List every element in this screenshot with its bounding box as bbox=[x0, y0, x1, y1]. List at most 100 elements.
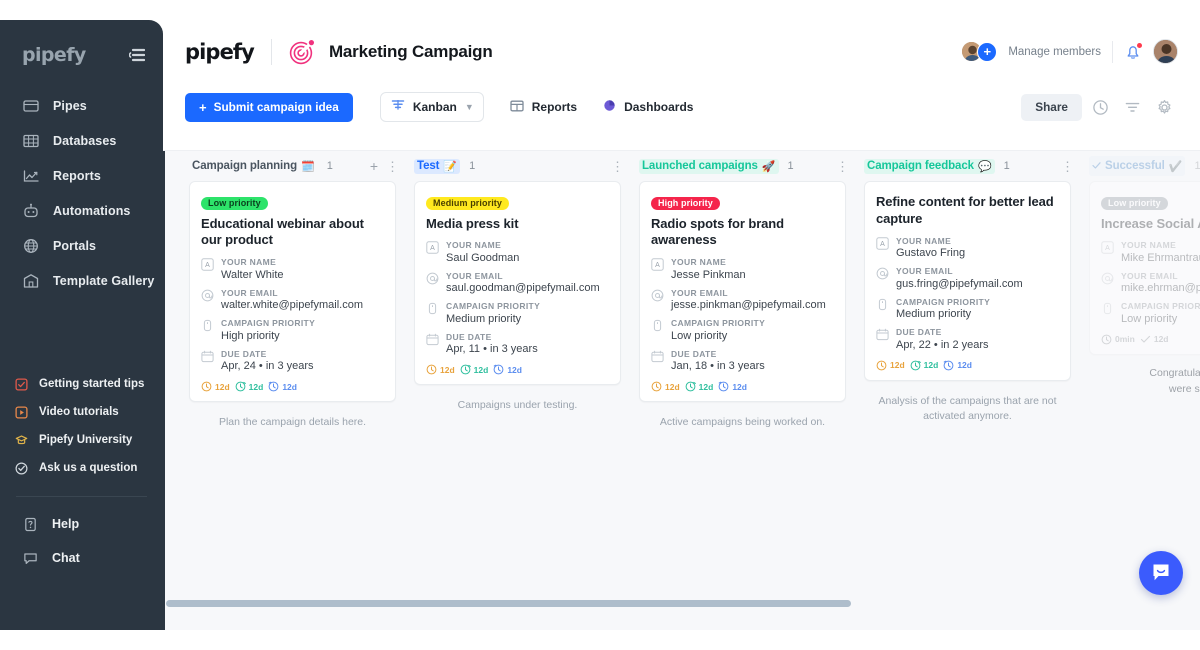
sidebar-item-label: Chat bbox=[52, 551, 80, 565]
column-title-badge[interactable]: Launched campaigns 🚀 bbox=[639, 158, 779, 174]
svg-text:A: A bbox=[655, 262, 660, 269]
select-field-icon bbox=[1101, 302, 1114, 315]
kanban-board: Campaign planning 🗓️ 1 + ⋮ Low priority … bbox=[163, 150, 1200, 630]
field-value: Walter White bbox=[221, 268, 284, 281]
timer-current: 12d bbox=[943, 360, 972, 371]
timer-value: 12d bbox=[440, 364, 455, 375]
field-value: Apr, 11 • in 3 years bbox=[446, 343, 538, 356]
field-label: CAMPAIGN PRIORITY bbox=[446, 301, 541, 312]
sidebar-item-label: Ask us a question bbox=[39, 462, 138, 474]
tab-dashboards[interactable]: Dashboards bbox=[603, 99, 693, 115]
sidebar-item-reports[interactable]: Reports bbox=[0, 158, 163, 193]
sidebar-item-label: Pipes bbox=[53, 98, 87, 113]
column-menu-icon[interactable]: ⋮ bbox=[1061, 160, 1074, 173]
svg-text:A: A bbox=[430, 245, 435, 252]
question-check-icon bbox=[14, 461, 28, 475]
sidebar-item-pipefy-university[interactable]: Pipefy University bbox=[0, 426, 163, 454]
calendar-field-icon bbox=[426, 333, 439, 346]
manage-members-link[interactable]: Manage members bbox=[1008, 46, 1101, 58]
column-header: Successful ✔️ 1 bbox=[1080, 151, 1200, 181]
field-label: DUE DATE bbox=[446, 331, 492, 342]
kanban-card[interactable]: Low priority Increase Social Ads A YOUR … bbox=[1089, 181, 1200, 355]
messenger-bubble-icon[interactable] bbox=[1139, 551, 1183, 595]
tab-reports[interactable]: Reports bbox=[510, 99, 577, 116]
sidebar-item-label: Pipefy University bbox=[39, 434, 133, 446]
timer-value: 12d bbox=[698, 381, 714, 392]
timer-expected: 12d bbox=[685, 381, 714, 392]
chat-bubble-icon bbox=[22, 550, 38, 566]
add-card-icon[interactable]: + bbox=[370, 158, 378, 174]
sidebar-primary-nav: Pipes Databases Reports Automations Port… bbox=[0, 88, 163, 298]
sidebar-divider bbox=[16, 496, 147, 497]
svg-text:A: A bbox=[205, 262, 210, 269]
field-value: saul.goodman@pipefymail.com bbox=[446, 282, 600, 295]
field-value: Low priority bbox=[1121, 312, 1178, 325]
timer-current: 12d bbox=[718, 381, 747, 392]
column-title: Test bbox=[417, 160, 440, 172]
sidebar-item-help[interactable]: Help bbox=[0, 507, 163, 541]
timer-value: 12d bbox=[890, 360, 905, 371]
card-timers: 12d 12d 12d bbox=[651, 381, 834, 392]
card-timers: 12d 12d 12d bbox=[876, 360, 1059, 371]
gear-icon[interactable] bbox=[1150, 93, 1178, 121]
sidebar-item-chat[interactable]: Chat bbox=[0, 541, 163, 575]
sidebar-item-databases[interactable]: Databases bbox=[0, 123, 163, 158]
kanban-card[interactable]: High priority Radio spots for brand awar… bbox=[639, 181, 846, 403]
column-menu-icon[interactable]: ⋮ bbox=[386, 160, 399, 173]
card-field-campaign-priority: CAMPAIGN PRIORITY Low priority bbox=[1101, 301, 1200, 325]
sidebar-item-automations[interactable]: Automations bbox=[0, 193, 163, 228]
board-horizontal-scrollbar[interactable] bbox=[163, 598, 1200, 608]
filter-icon[interactable] bbox=[1118, 93, 1146, 121]
submit-campaign-idea-button[interactable]: + Submit campaign idea bbox=[185, 92, 353, 122]
select-field-icon bbox=[651, 319, 664, 332]
page-bottom-margin bbox=[0, 630, 1200, 650]
card-title: Refine content for better lead capture bbox=[876, 194, 1054, 226]
calendar-field-icon bbox=[876, 328, 889, 341]
share-button[interactable]: Share bbox=[1021, 93, 1082, 121]
sidebar-item-ask-us-a-question[interactable]: Ask us a question bbox=[0, 454, 163, 482]
sidebar-item-label: Template Gallery bbox=[53, 273, 155, 288]
field-value: Low priority bbox=[671, 329, 728, 342]
field-value: Medium priority bbox=[446, 312, 522, 325]
portals-globe-icon bbox=[22, 237, 39, 254]
scrollbar-thumb[interactable] bbox=[166, 600, 851, 607]
sidebar-item-pipes[interactable]: Pipes bbox=[0, 88, 163, 123]
field-label: YOUR EMAIL bbox=[896, 266, 953, 277]
field-label: YOUR EMAIL bbox=[671, 287, 728, 298]
timer-overdue: 12d bbox=[651, 381, 680, 392]
checklist-icon bbox=[14, 377, 28, 391]
history-clock-icon[interactable] bbox=[1086, 93, 1114, 121]
column-menu-icon[interactable]: ⋮ bbox=[836, 160, 849, 173]
automations-robot-icon bbox=[22, 202, 39, 219]
column-title-badge[interactable]: Campaign planning 🗓️ bbox=[189, 159, 318, 174]
column-emoji-icon: 📝 bbox=[443, 160, 458, 173]
kanban-card[interactable]: Medium priority Media press kit A YOUR N… bbox=[414, 181, 621, 386]
sidebar-item-template-gallery[interactable]: Template Gallery bbox=[0, 263, 163, 298]
tab-dashboards-label: Dashboards bbox=[624, 100, 694, 114]
column-title-badge[interactable]: Test 📝 bbox=[414, 158, 461, 174]
column-congrats-text: Congratulations! Y were succ bbox=[1149, 366, 1200, 396]
sidebar-item-portals[interactable]: Portals bbox=[0, 228, 163, 263]
user-avatar[interactable] bbox=[1153, 39, 1178, 64]
text-field-icon: A bbox=[1101, 241, 1114, 255]
sidebar-item-video-tutorials[interactable]: Video tutorials bbox=[0, 398, 163, 426]
view-selector-kanban[interactable]: Kanban ▼ bbox=[379, 92, 484, 122]
column-title-badge[interactable]: Campaign feedback 💬 bbox=[864, 158, 995, 174]
column-menu-icon[interactable]: ⋮ bbox=[611, 160, 624, 173]
topbar-separator bbox=[1112, 40, 1113, 63]
column-title-badge[interactable]: Successful ✔️ bbox=[1089, 156, 1186, 176]
email-field-icon bbox=[651, 289, 664, 302]
kanban-card[interactable]: Refine content for better lead capture A… bbox=[864, 181, 1071, 381]
bell-icon[interactable] bbox=[1124, 42, 1142, 61]
plus-circle-icon[interactable]: + bbox=[977, 41, 998, 62]
collapse-sidebar-icon[interactable] bbox=[129, 48, 145, 62]
card-field-due-date: DUE DATE Apr, 22 • in 2 years bbox=[876, 327, 1059, 351]
member-avatars[interactable]: + bbox=[961, 41, 998, 62]
graduation-icon bbox=[14, 433, 28, 447]
timer-expected: 12d bbox=[235, 381, 263, 392]
sidebar-item-getting-started-tips[interactable]: Getting started tips bbox=[0, 370, 163, 398]
column-card-count: 1 bbox=[326, 160, 333, 172]
kanban-card[interactable]: Low priority Educational webinar about o… bbox=[189, 181, 396, 403]
card-field-your-email: YOUR EMAIL jesse.pinkman@pipefymail.com bbox=[651, 287, 834, 312]
field-value: jesse.pinkman@pipefymail.com bbox=[671, 299, 826, 312]
